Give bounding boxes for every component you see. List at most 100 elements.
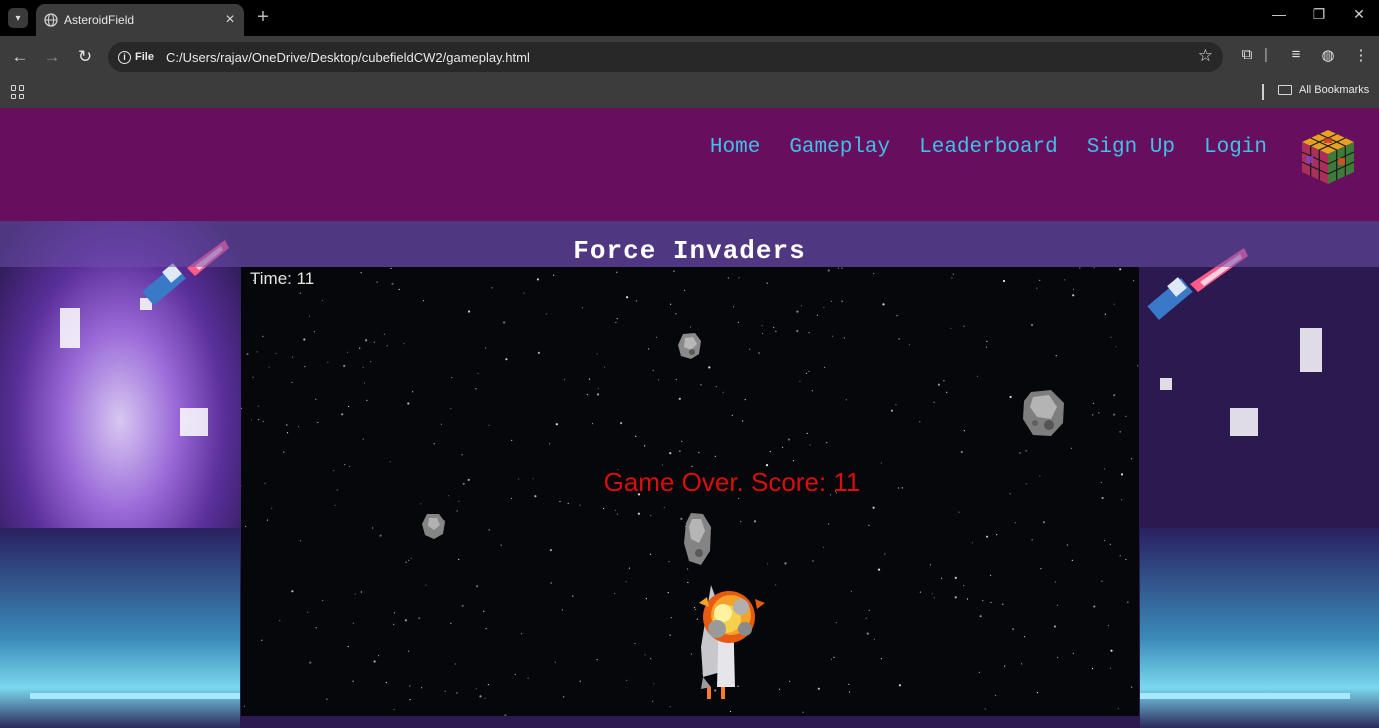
star-dot — [391, 282, 394, 285]
star-dot — [245, 525, 247, 527]
star-dot — [681, 440, 683, 442]
star-dot — [963, 430, 966, 432]
minimize-icon[interactable]: — — [1264, 6, 1294, 22]
star-dot — [960, 450, 963, 454]
back-arrow-icon[interactable]: ← — [8, 45, 32, 69]
star-dot — [954, 596, 957, 599]
star-dot — [984, 708, 986, 710]
url-text[interactable]: C:/Users/rajav/OneDrive/Desktop/cubefiel… — [166, 50, 530, 65]
reload-icon[interactable]: ↻ — [73, 45, 97, 69]
profile-globe-icon[interactable]: ◍ — [1317, 46, 1339, 64]
nav-leaderboard-link[interactable]: Leaderboard — [919, 136, 1058, 159]
more-menu-icon[interactable]: ⋮ — [1350, 46, 1372, 64]
star-dot — [868, 609, 870, 611]
star-dot — [362, 366, 364, 369]
star-dot — [377, 655, 380, 657]
toolbar-divider: | — [1264, 46, 1268, 63]
star-dot — [808, 370, 810, 372]
star-dot — [341, 413, 344, 416]
star-dot — [919, 591, 922, 593]
close-tab-icon[interactable]: × — [220, 11, 240, 29]
star-dot — [978, 671, 980, 673]
star-dot — [1115, 346, 1117, 348]
restore-icon[interactable]: ❐ — [1304, 6, 1334, 23]
star-dot — [833, 656, 835, 658]
star-dot — [1093, 605, 1096, 608]
star-dot — [299, 292, 301, 294]
star-dot — [1070, 447, 1072, 449]
nav-signup-link[interactable]: Sign Up — [1087, 136, 1175, 159]
star-dot — [708, 366, 711, 369]
star-dot — [616, 318, 618, 320]
star-dot — [1125, 415, 1127, 417]
time-counter: Time: 11 — [250, 269, 315, 288]
star-dot — [315, 398, 317, 400]
nav-login-link[interactable]: Login — [1204, 136, 1267, 159]
star-dot — [657, 379, 660, 381]
star-dot — [951, 277, 953, 279]
forward-arrow-icon[interactable]: → — [40, 45, 64, 69]
media-queue-icon[interactable]: ≡ — [1285, 46, 1307, 63]
background-pixel — [60, 308, 80, 348]
star-dot — [848, 691, 851, 693]
star-dot — [389, 461, 391, 463]
star-dot — [450, 622, 452, 624]
star-dot — [678, 397, 681, 400]
nav-gameplay-link[interactable]: Gameplay — [789, 136, 890, 159]
star-dot — [476, 585, 479, 588]
star-dot — [958, 511, 960, 513]
tab-search-chevron-down-icon[interactable]: ▾ — [8, 8, 28, 28]
star-dot — [352, 622, 354, 624]
star-dot — [327, 361, 329, 363]
star-dot — [663, 506, 665, 509]
star-dot — [252, 376, 254, 378]
star-dot — [670, 617, 672, 619]
site-info-chip[interactable]: i File — [118, 50, 154, 64]
game-over-message: Game Over. Score: 11 — [603, 467, 861, 497]
main-nav: Home Gameplay Leaderboard Sign Up Login — [710, 136, 1267, 159]
star-dot — [279, 620, 281, 622]
star-dot — [450, 408, 452, 410]
star-dot — [514, 674, 516, 676]
star-dot — [796, 329, 799, 333]
star-dot — [817, 687, 820, 690]
star-dot — [491, 287, 493, 289]
star-dot — [1092, 402, 1094, 404]
extensions-puzzle-icon[interactable]: ⧉ — [1236, 46, 1258, 63]
star-dot — [275, 352, 277, 355]
address-bar[interactable]: i File C:/Users/rajav/OneDrive/Desktop/c… — [108, 42, 1223, 72]
star-dot — [749, 348, 751, 350]
star-dot — [690, 653, 693, 655]
cube-logo-icon[interactable] — [1298, 126, 1358, 188]
all-bookmarks-button[interactable]: All Bookmarks — [1278, 84, 1369, 96]
star-dot — [845, 399, 847, 401]
star-dot — [832, 335, 834, 337]
star-dot — [554, 661, 556, 663]
star-dot — [484, 697, 486, 699]
asteroid-icon — [1023, 390, 1064, 436]
star-dot — [246, 352, 249, 356]
bookmark-star-icon[interactable]: ☆ — [1198, 46, 1213, 66]
browser-tab[interactable]: AsteroidField × — [36, 4, 244, 36]
close-window-icon[interactable]: ✕ — [1344, 6, 1374, 23]
star-dot — [667, 592, 669, 594]
nav-home-link[interactable]: Home — [710, 136, 760, 159]
game-canvas[interactable]: Time: 11 Game Over. Score: 11 — [241, 267, 1139, 716]
star-dot — [458, 558, 460, 560]
star-dot — [366, 399, 368, 401]
star-dot — [738, 277, 740, 279]
star-dot — [420, 503, 422, 505]
star-dot — [848, 683, 850, 685]
star-dot — [261, 639, 263, 641]
star-dot — [418, 617, 420, 619]
background-stripe-right — [1140, 693, 1350, 699]
star-dot — [343, 364, 346, 367]
star-dot — [373, 341, 375, 343]
apps-grid-icon[interactable] — [11, 85, 25, 99]
star-dot — [321, 299, 323, 302]
star-dot — [1040, 568, 1042, 570]
star-dot — [963, 584, 965, 587]
new-tab-plus-icon[interactable]: + — [252, 6, 274, 29]
star-dot — [954, 576, 957, 579]
star-dot — [808, 332, 810, 334]
